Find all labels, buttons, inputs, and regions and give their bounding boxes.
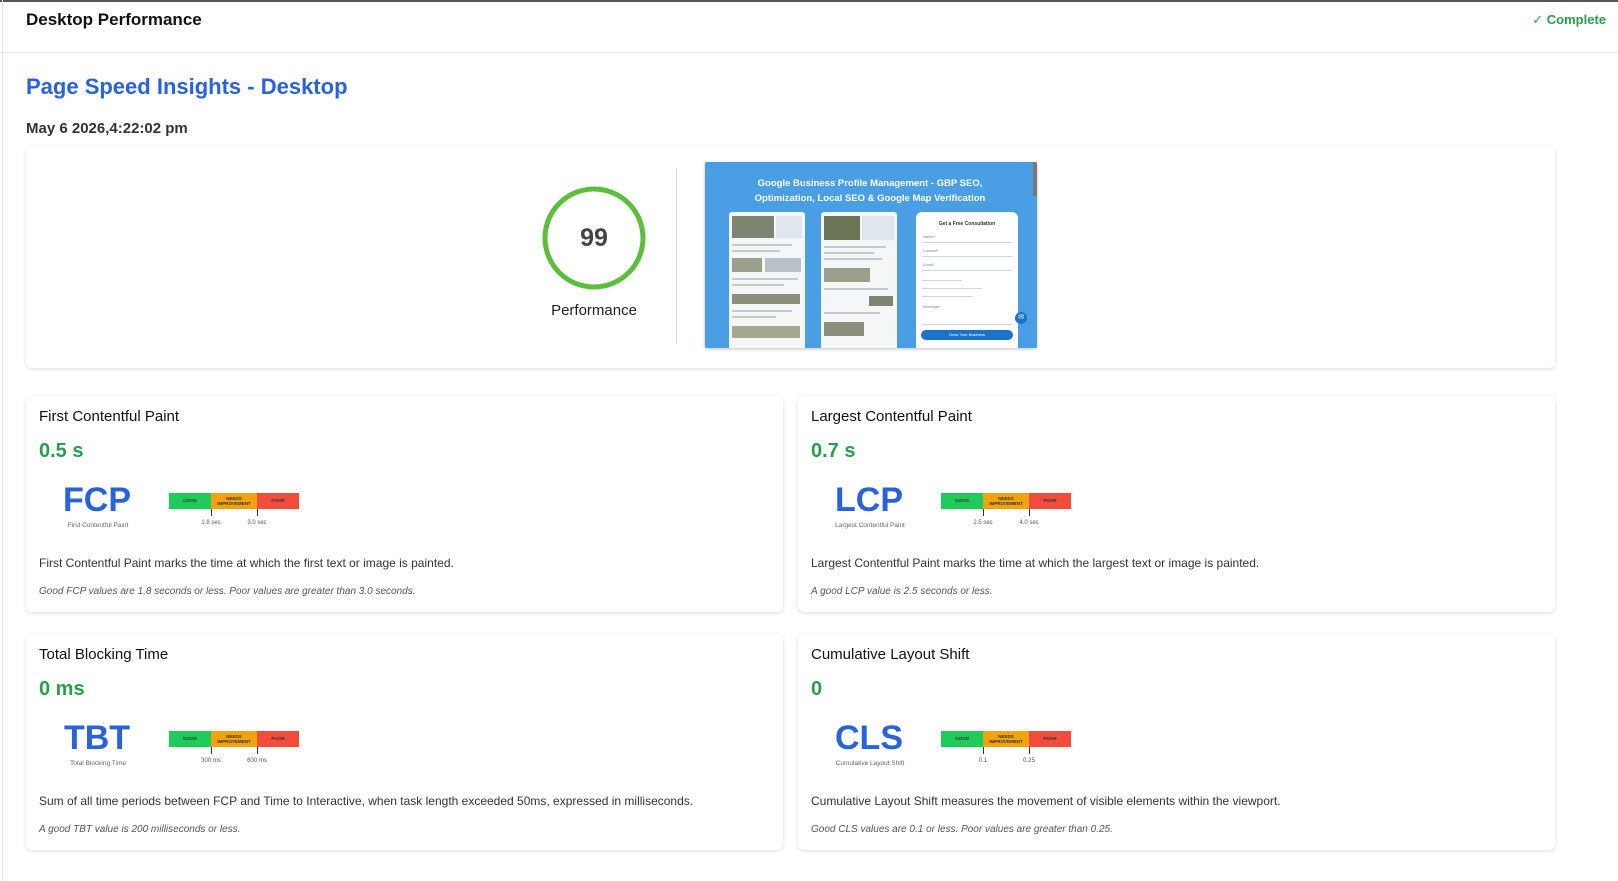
summary-divider xyxy=(676,168,677,344)
scale-tick xyxy=(257,509,258,516)
screenshot-scrollbar xyxy=(1033,162,1037,196)
threshold-label-1: 0.1 xyxy=(978,758,988,764)
threshold-label-1: 1.8 sec xyxy=(201,520,221,526)
metric-card-tbt: Total Blocking Time 0 ms TBT Total Block… xyxy=(26,634,783,850)
scale-poor: POOR xyxy=(257,493,299,509)
metric-card-fcp: First Contentful Paint 0.5 s FCP First C… xyxy=(26,396,783,612)
screenshot-headline-line1: Google Business Profile Management - GBP… xyxy=(757,178,983,189)
metric-abbr-sub: First Contentful Paint xyxy=(67,522,129,529)
threshold-scale: GOOD NEEDS IMPROVEMENT POOR xyxy=(941,731,1071,754)
metric-note: Good CLS values are 0.1 or less. Poor va… xyxy=(811,824,1113,835)
page-screenshot: Google Business Profile Management - GBP… xyxy=(705,162,1037,348)
screenshot-field xyxy=(922,270,1012,271)
metric-title: Total Blocking Time xyxy=(39,646,169,663)
scale-needs-label-2: IMPROVEMENT xyxy=(217,501,251,506)
metric-value: 0 xyxy=(811,678,823,700)
chat-icon: ✉ xyxy=(1015,312,1027,324)
metric-description: Cumulative Layout Shift measures the mov… xyxy=(811,794,1281,808)
screenshot-field xyxy=(922,288,982,289)
screenshot-field-label: Contact* xyxy=(923,248,939,253)
screenshot-field xyxy=(922,242,1012,243)
threshold-label-1: 300 ms xyxy=(201,758,221,764)
scale-needs-label-2: IMPROVEMENT xyxy=(217,739,251,744)
scale-tick xyxy=(983,509,984,516)
metric-title: First Contentful Paint xyxy=(39,408,180,425)
threshold-scale: GOOD NEEDS IMPROVEMENT POOR xyxy=(169,493,299,516)
scale-needs-label-2: IMPROVEMENT xyxy=(989,739,1023,744)
threshold-label-2: 3.0 sec xyxy=(247,520,267,526)
screenshot-field-label: Email* xyxy=(923,262,935,267)
metric-title: Cumulative Layout Shift xyxy=(811,646,970,663)
scale-tick xyxy=(1029,509,1030,516)
scale-good: GOOD xyxy=(169,731,211,747)
metric-value: 0.7 s xyxy=(811,440,856,462)
scale-good: GOOD xyxy=(941,493,983,509)
left-border xyxy=(2,0,3,881)
threshold-label-2: 600 ms xyxy=(247,758,267,764)
metric-abbr-sub: Total Blocking Time xyxy=(70,760,126,767)
scale-tick xyxy=(257,747,258,754)
scale-tick xyxy=(983,747,984,754)
screenshot-field xyxy=(922,296,972,297)
metric-note: A good TBT value is 200 milliseconds or … xyxy=(39,824,241,835)
scale-needs-improvement: NEEDS IMPROVEMENT xyxy=(983,493,1029,509)
performance-gauge: 99 xyxy=(542,186,646,290)
screenshot-field xyxy=(922,324,1012,325)
metric-note: A good LCP value is 2.5 seconds or less. xyxy=(811,586,993,597)
screenshot-form-title: Get a Free Consultation xyxy=(938,221,996,227)
performance-score: 99 xyxy=(580,224,608,252)
screenshot-form-button: Grow Your Business xyxy=(921,330,1013,340)
threshold-label-2: 0.25 xyxy=(1023,758,1035,764)
metric-value: 0 ms xyxy=(39,678,85,700)
scale-needs-improvement: NEEDS IMPROVEMENT xyxy=(211,493,257,509)
threshold-scale: GOOD NEEDS IMPROVEMENT POOR xyxy=(169,731,299,754)
scale-good: GOOD xyxy=(941,731,983,747)
metric-abbr: FCP xyxy=(63,481,131,519)
threshold-scale: GOOD NEEDS IMPROVEMENT POOR xyxy=(941,493,1071,516)
metric-card-cls: Cumulative Layout Shift 0 CLS Cumulative… xyxy=(798,634,1555,850)
scale-poor: POOR xyxy=(257,731,299,747)
scale-tick xyxy=(1029,747,1030,754)
screenshot-field-label: Message* xyxy=(923,304,941,309)
threshold-label-2: 4.0 sec xyxy=(1019,520,1039,526)
header-bar: Desktop Performance ✓ Complete xyxy=(0,2,1618,53)
metric-card-lcp: Largest Contentful Paint 0.7 s LCP Large… xyxy=(798,396,1555,612)
screenshot-headline: Google Business Profile Management - GBP… xyxy=(725,176,1015,206)
metric-abbr-sub: Cumulative Layout Shift xyxy=(835,760,905,767)
performance-label: Performance xyxy=(551,302,637,319)
scale-good: GOOD xyxy=(169,493,211,509)
metric-title: Largest Contentful Paint xyxy=(811,408,972,425)
metric-abbr: CLS xyxy=(835,719,903,757)
metric-description: First Contentful Paint marks the time at… xyxy=(39,556,454,570)
screenshot-field-label: Name* xyxy=(923,234,936,239)
screenshot-column-2 xyxy=(821,212,897,348)
page-title: Page Speed Insights - Desktop xyxy=(26,74,348,99)
metric-description: Largest Contentful Paint marks the time … xyxy=(811,556,1260,570)
threshold-label-1: 2.5 sec xyxy=(973,520,993,526)
header-title: Desktop Performance xyxy=(26,10,202,29)
screenshot-headline-line2: Optimization, Local SEO & Google Map Ver… xyxy=(754,193,986,204)
screenshot-form: Get a Free Consultation Name* Contact* E… xyxy=(916,212,1018,348)
scale-needs-improvement: NEEDS IMPROVEMENT xyxy=(983,731,1029,747)
scale-poor: POOR xyxy=(1029,493,1071,509)
screenshot-column-1 xyxy=(729,212,805,348)
metric-abbr: LCP xyxy=(835,481,903,519)
report-timestamp: May 6 2026,4:22:02 pm xyxy=(26,120,188,137)
screenshot-field xyxy=(922,256,1012,257)
scale-poor: POOR xyxy=(1029,731,1071,747)
status-complete: ✓ Complete xyxy=(1532,12,1606,27)
metric-note: Good FCP values are 1.8 seconds or less.… xyxy=(39,586,416,597)
summary-card: 99 Performance Google Business Profile M… xyxy=(26,146,1555,368)
metric-value: 0.5 s xyxy=(39,440,84,462)
scale-tick xyxy=(211,747,212,754)
screenshot-field xyxy=(922,280,962,281)
scale-tick xyxy=(211,509,212,516)
metric-abbr-sub: Largest Contentful Paint xyxy=(835,522,905,529)
scale-needs-label-2: IMPROVEMENT xyxy=(989,501,1023,506)
scale-needs-improvement: NEEDS IMPROVEMENT xyxy=(211,731,257,747)
metric-description: Sum of all time periods between FCP and … xyxy=(39,794,694,808)
metric-abbr: TBT xyxy=(63,719,131,757)
